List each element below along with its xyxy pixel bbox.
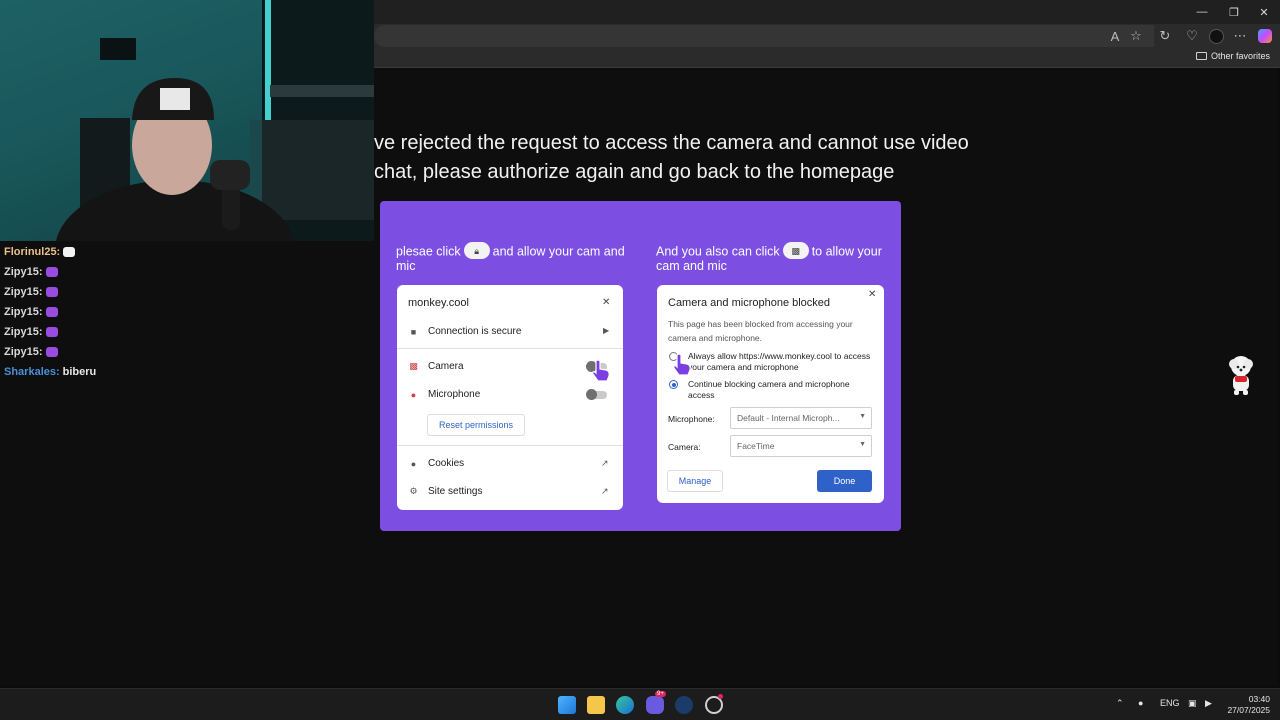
instruction-left: plesae click 🔒︎ and allow your cam and mic [396, 242, 626, 273]
camera-blocked-panel: Camera and microphone blocked ✕ This pag… [657, 285, 884, 503]
rejection-message: ve rejected the request to access the ca… [374, 132, 969, 183]
close-window-icon[interactable]: ✕ [1248, 0, 1280, 24]
instruction-right: And you also can click ▩ to allow your cam… [656, 242, 891, 273]
microphone-select[interactable]: Default - Internal Microph... ▼ [730, 407, 872, 429]
microphone-label: Microphone: [668, 414, 715, 424]
webcam-overlay [0, 0, 374, 241]
done-button[interactable]: Done [817, 470, 872, 492]
stream-chat: Florinul25: Zipy15: Zipy15: Zipy15: Zipy15: Z… [4, 242, 374, 382]
camera-label: Camera: [668, 442, 701, 452]
camera-icon: ▩ [409, 361, 418, 371]
read-aloud-icon[interactable]: A [1106, 27, 1124, 45]
close-icon[interactable]: ✕ [868, 289, 876, 300]
cookies-row[interactable]: ● Cookies [409, 458, 464, 469]
chat-line: Florinul25: [4, 242, 374, 262]
chat-username[interactable]: Sharkales: [4, 366, 60, 378]
chevron-down-icon: ▼ [859, 441, 866, 448]
network-icon[interactable]: ▣ [1188, 698, 1197, 709]
discord-icon[interactable] [646, 696, 664, 714]
more-menu-icon[interactable]: ⋯ [1231, 27, 1249, 45]
heart-icon[interactable]: ♡ [1183, 27, 1201, 45]
camera-row: ▩ Camera [409, 361, 464, 372]
chat-username[interactable]: Zipy15: [4, 266, 43, 278]
chat-line: Zipy15: [4, 262, 374, 282]
chat-line: Sharkales: biberu [4, 362, 374, 382]
volume-icon[interactable]: ▶ [1205, 698, 1212, 709]
dog-mascot-icon [1226, 354, 1256, 396]
chat-emote-icon [45, 347, 58, 357]
gear-icon: ⚙ [409, 486, 418, 496]
chevron-down-icon: ▼ [859, 413, 866, 420]
restore-icon[interactable]: ❐ [1218, 0, 1250, 24]
camera-blocked-icon: ▩ [782, 242, 809, 259]
language-indicator[interactable]: ENG [1160, 698, 1180, 708]
allow-option-label: Always allow https://www.monkey.cool to … [688, 351, 871, 372]
profile-avatar-icon[interactable] [1207, 27, 1225, 45]
notification-dot [718, 694, 723, 699]
chat-username[interactable]: Zipy15: [4, 286, 43, 298]
windows-taskbar: 9+ ⌃ ● ENG ▣ ▶ 03:40 27/07/2025 [0, 688, 1280, 720]
close-icon[interactable]: ✕ [602, 297, 610, 308]
cookie-icon: ● [410, 458, 417, 469]
chat-emote-icon [45, 307, 58, 317]
chat-line: Zipy15: [4, 342, 374, 362]
steam-icon[interactable] [675, 696, 693, 714]
edge-icon[interactable] [616, 696, 634, 714]
connection-row[interactable]: ■ Connection is secure [409, 326, 522, 337]
chat-line: Zipy15: [4, 282, 374, 302]
panel-title: Camera and microphone blocked [668, 297, 831, 309]
block-option-label: Continue blocking camera and microphone … [688, 379, 850, 400]
favorite-star-icon[interactable]: ☆ [1127, 27, 1145, 45]
chat-username[interactable]: Zipy15: [4, 346, 43, 358]
other-favorites-folder[interactable]: Other favorites [1195, 51, 1270, 61]
discord-badge: 9+ [655, 691, 666, 697]
external-link-icon[interactable]: ↗ [601, 458, 609, 469]
manage-button[interactable]: Manage [667, 470, 723, 492]
site-domain: monkey.cool [408, 297, 469, 309]
chat-username[interactable]: Florinul25: [4, 246, 60, 258]
chat-emote-icon [45, 327, 58, 337]
folder-icon [1195, 52, 1207, 60]
pointer-hand-icon [590, 359, 610, 382]
chevron-up-icon[interactable]: ⌃ [1116, 698, 1124, 709]
refresh-icon[interactable]: ↻ [1156, 27, 1174, 45]
chat-emote-icon [45, 287, 58, 297]
chat-line: Zipy15: [4, 302, 374, 322]
system-clock[interactable]: 03:40 27/07/2025 [1227, 694, 1270, 716]
microphone-row: ● Microphone [410, 389, 481, 400]
microphone-tray-icon[interactable]: ● [1138, 698, 1143, 708]
chat-emote-icon [45, 267, 58, 277]
microphone-toggle[interactable] [586, 389, 607, 400]
block-radio[interactable] [669, 380, 678, 389]
chat-username[interactable]: Zipy15: [4, 326, 43, 338]
copilot-icon[interactable] [1256, 27, 1274, 45]
address-bar[interactable] [374, 25, 1154, 47]
site-settings-row[interactable]: ⚙ Site settings [409, 486, 482, 497]
chat-line: Zipy15: [4, 322, 374, 342]
pointer-hand-icon [671, 353, 693, 379]
divider [397, 445, 623, 446]
microphone-icon: ● [410, 389, 417, 400]
external-link-icon[interactable]: ↗ [601, 486, 609, 497]
camera-select[interactable]: FaceTime ▼ [730, 435, 872, 457]
chevron-right-icon: ▶ [603, 326, 610, 335]
site-info-panel: monkey.cool ✕ ■ Connection is secure ▶ ▩… [397, 285, 623, 510]
chat-username[interactable]: Zipy15: [4, 306, 43, 318]
windows-start-icon[interactable] [558, 696, 576, 714]
lock-icon: 🔒︎ [463, 242, 490, 259]
chat-emote-icon [63, 247, 76, 257]
divider [397, 348, 623, 349]
chat-message: biberu [62, 366, 97, 378]
panel-description: This page has been blocked from accessin… [668, 319, 853, 343]
reset-permissions-button[interactable]: Reset permissions [427, 414, 525, 436]
file-explorer-icon[interactable] [587, 696, 605, 714]
minimize-icon[interactable]: — [1186, 0, 1218, 24]
lock-icon: ■ [410, 326, 417, 337]
